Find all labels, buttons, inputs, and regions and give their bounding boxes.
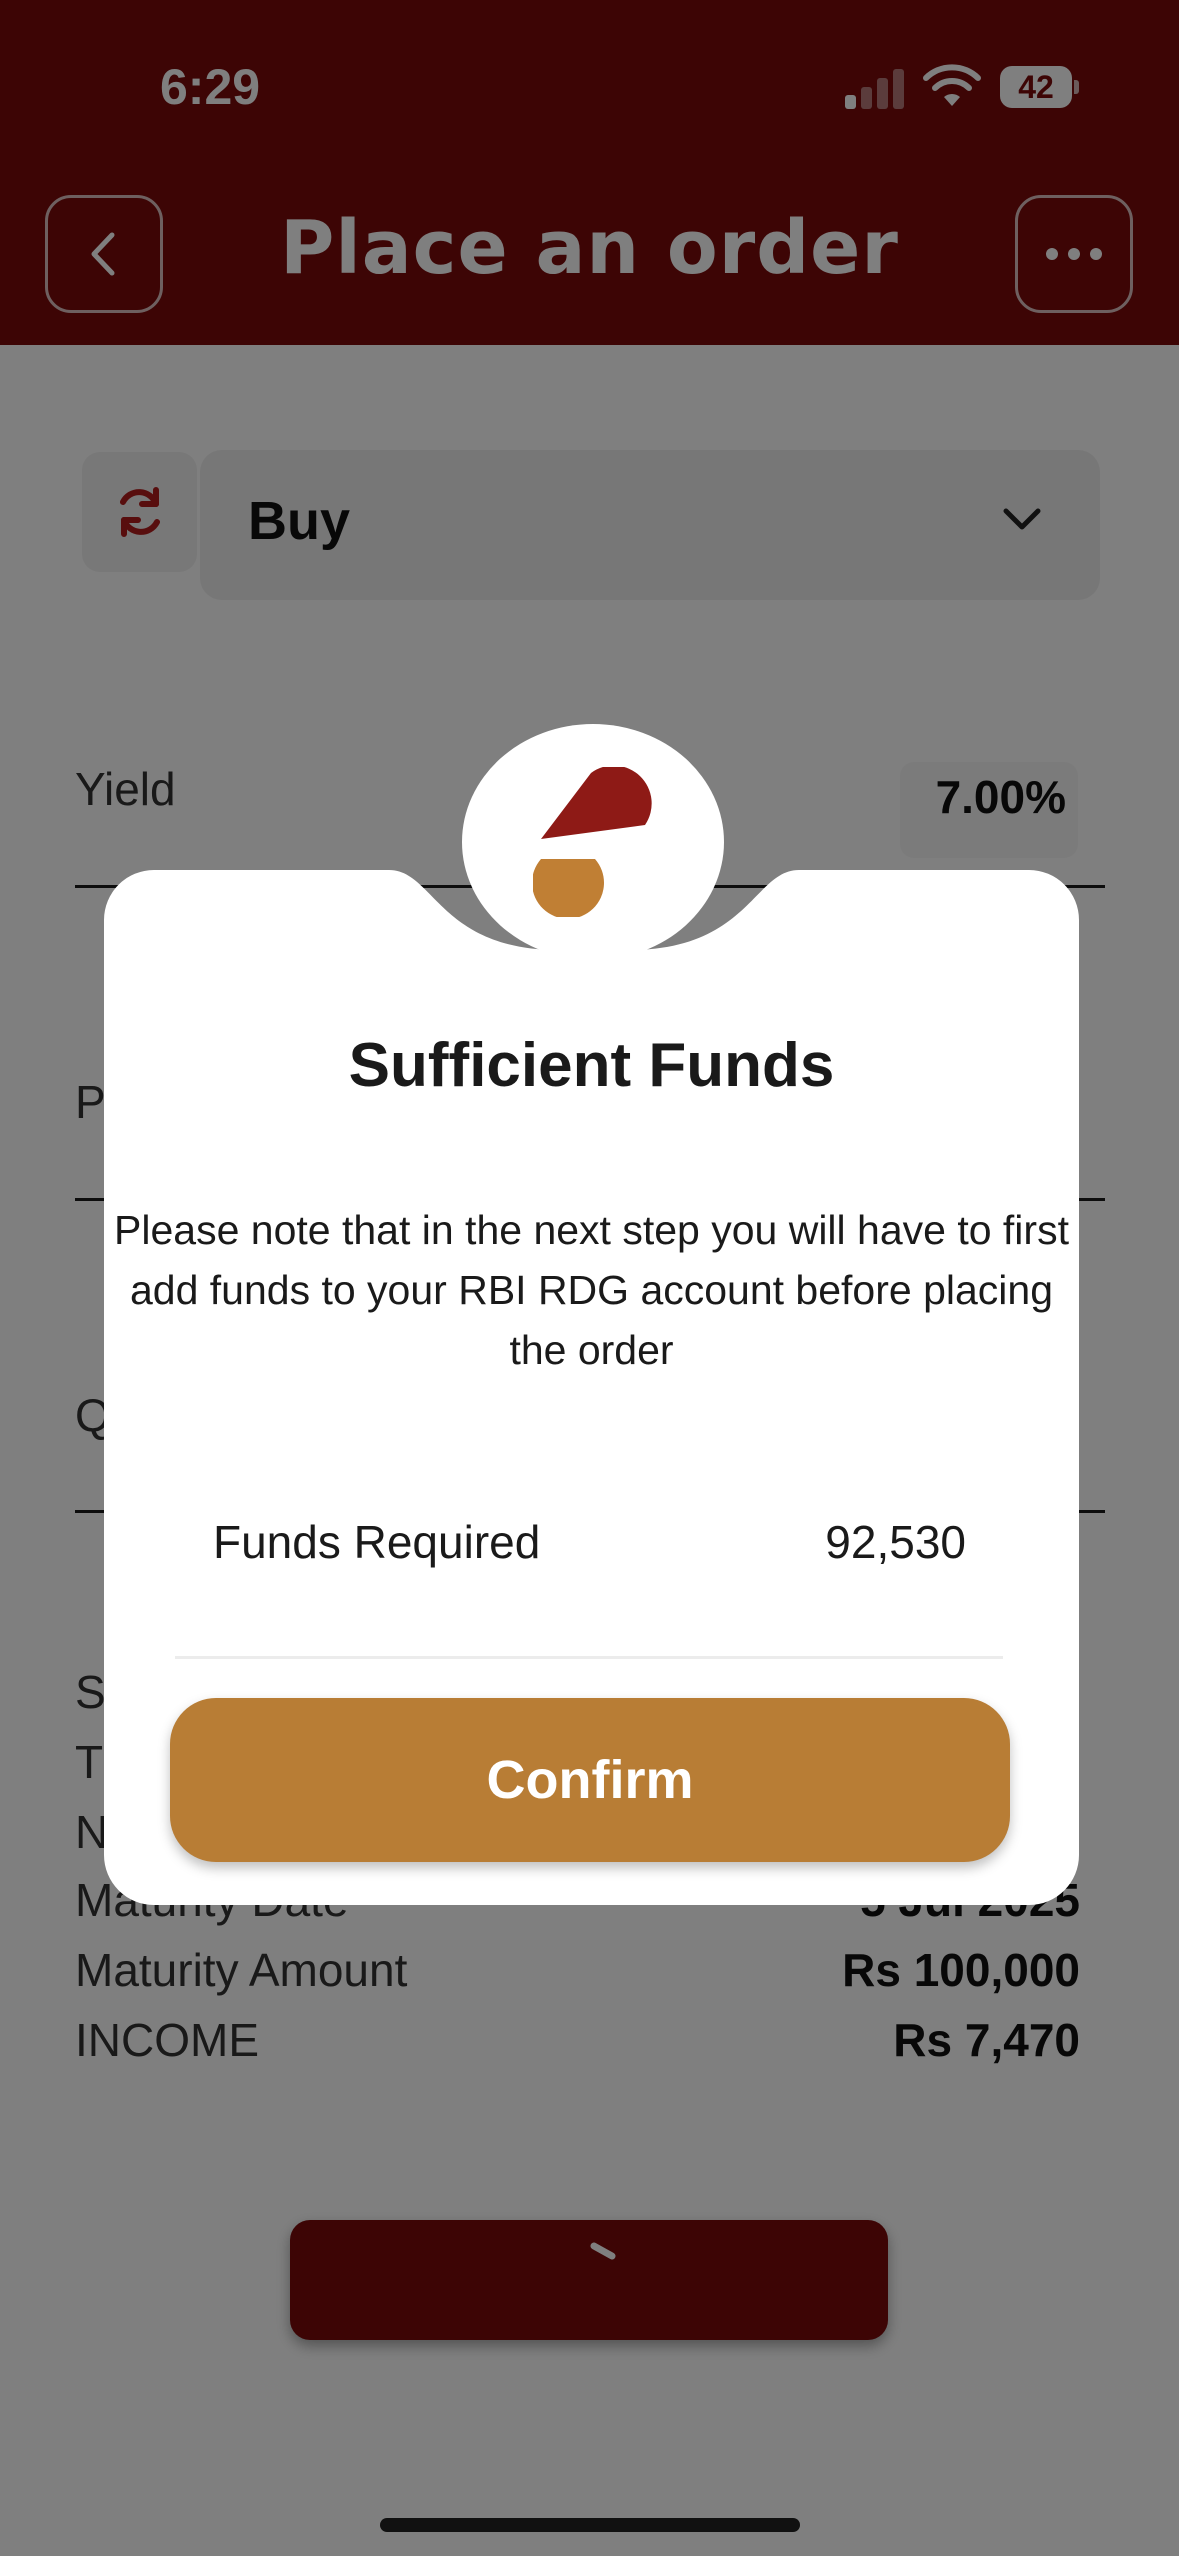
confirm-button[interactable]: Confirm	[170, 1698, 1010, 1862]
dialog-divider	[175, 1656, 1003, 1659]
funds-required-label: Funds Required	[213, 1516, 541, 1568]
dialog-title: Sufficient Funds	[348, 1031, 835, 1100]
logo-icon	[533, 767, 652, 917]
funds-required-value: 92,530	[825, 1516, 966, 1568]
home-indicator	[380, 2518, 800, 2532]
app-logo	[462, 724, 724, 960]
dialog-message: Please note that in the next step you wi…	[114, 1207, 1069, 1373]
